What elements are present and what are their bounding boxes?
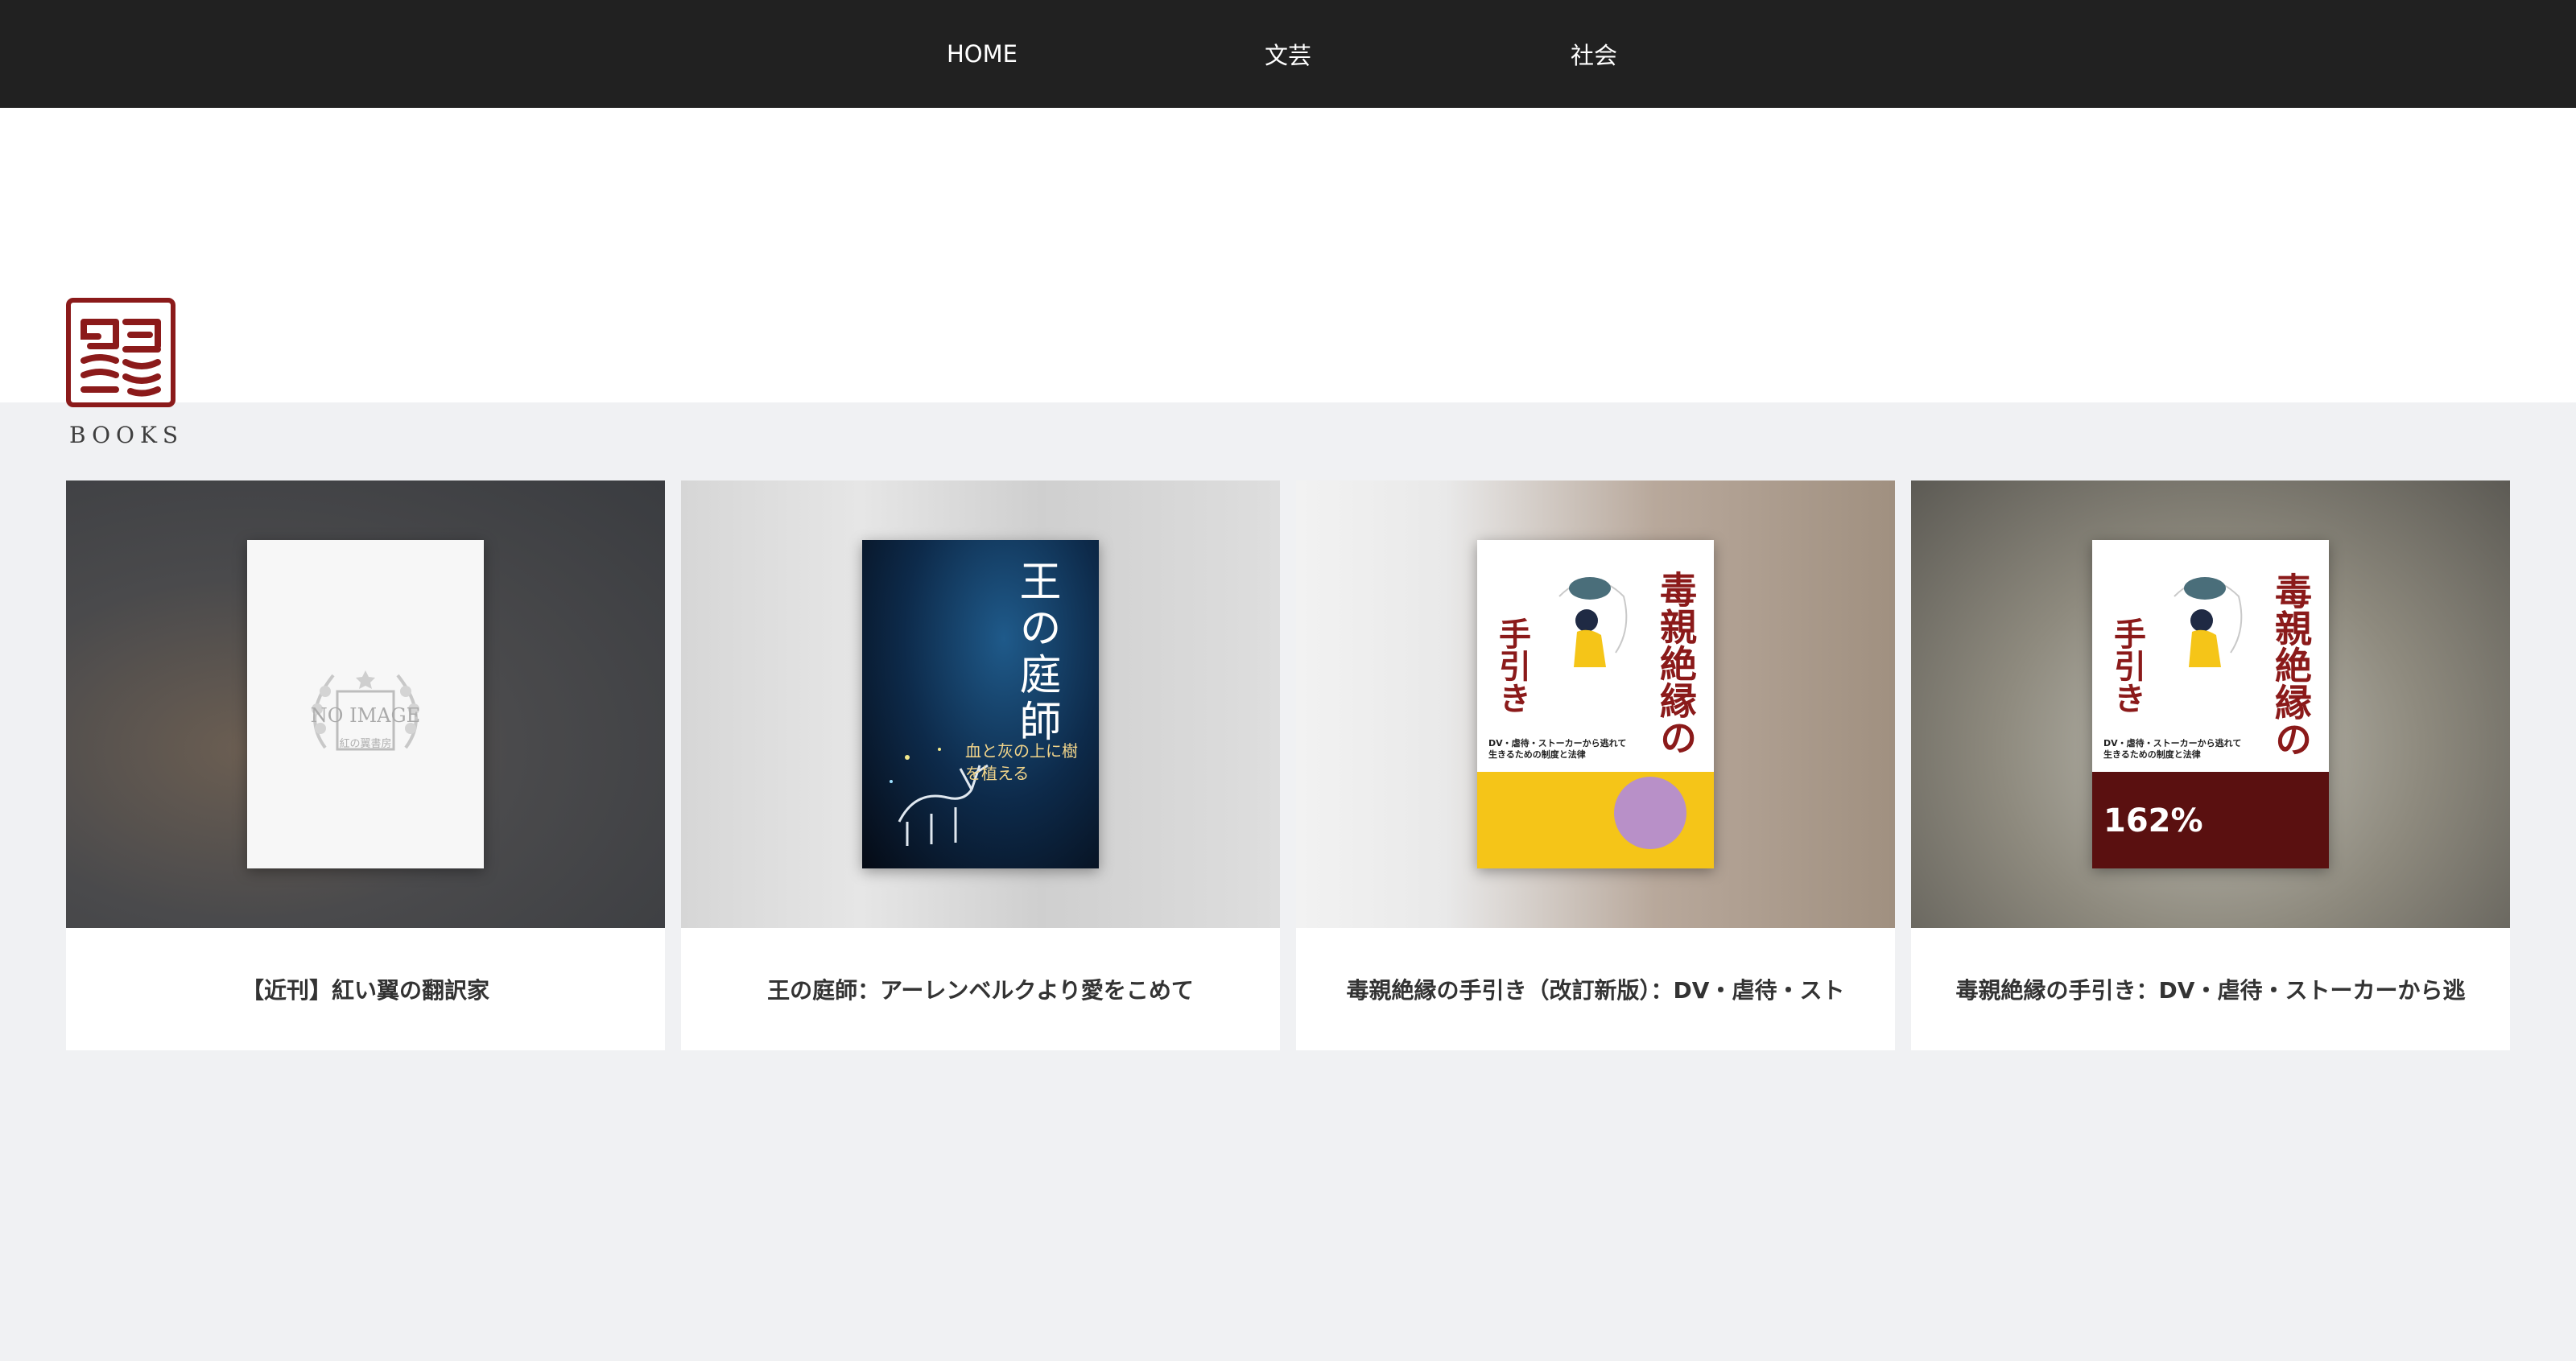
book-thumbnail[interactable]: NO IMAGE 紅の翼書房	[66, 480, 665, 928]
cover-subtitle: DV・虐待・ストーカーから逃れて生きるための制度と法律	[2103, 738, 2242, 761]
no-image-label: NO IMAGE	[310, 703, 421, 727]
book-card[interactable]: 毒親絶縁の 手引き DV・虐待・ストーカーから逃れて生きるための制度と法律 16…	[1911, 480, 2510, 1050]
book-card[interactable]: 王の庭師 血と灰の上に樹を植える 王の庭師：アーレンベルクより愛をこめて	[681, 480, 1280, 1050]
cover-subtitle: 血と灰の上に樹を植える	[965, 741, 1078, 783]
nav-society[interactable]: 社会	[1441, 37, 1747, 71]
book-cover: 王の庭師 血と灰の上に樹を植える	[862, 540, 1099, 868]
book-grid: NO IMAGE 紅の翼書房 【近刊】紅い翼の翻訳家 王の庭師 血と灰の上に樹を…	[66, 480, 2512, 1050]
book-title[interactable]: 王の庭師：アーレンベルクより愛をこめて	[681, 928, 1280, 1050]
cover-title-2: 手引き	[2108, 617, 2145, 714]
nav-home[interactable]: HOME	[829, 40, 1135, 68]
cover-title: 毒親絶縁の	[2269, 572, 2313, 757]
book-title[interactable]: 毒親絶縁の手引き（改訂新版）：DV・虐待・スト	[1296, 928, 1895, 1050]
woman-illustration-icon	[1558, 577, 1628, 667]
book-thumbnail[interactable]: 王の庭師 血と灰の上に樹を植える	[681, 480, 1280, 928]
book-cover: 毒親絶縁の 手引き DV・虐待・ストーカーから逃れて生きるための制度と法律 16…	[2092, 540, 2329, 868]
cover-subtitle: DV・虐待・ストーカーから逃れて生きるための制度と法律	[1488, 738, 1627, 761]
site-header: BOOKS	[0, 108, 2576, 448]
book-title[interactable]: 毒親絶縁の手引き：DV・虐待・ストーカーから逃	[1911, 928, 2510, 1050]
book-title[interactable]: 【近刊】紅い翼の翻訳家	[66, 928, 665, 1050]
cover-banner-badge	[1614, 777, 1686, 849]
no-image-sub: 紅の翼書房	[339, 737, 392, 750]
cover-title: 王の庭師	[1012, 559, 1060, 746]
book-card[interactable]: NO IMAGE 紅の翼書房 【近刊】紅い翼の翻訳家	[66, 480, 665, 1050]
book-thumbnail[interactable]: 毒親絶縁の 手引き DV・虐待・ストーカーから逃れて生きるための制度と法律 16…	[1911, 480, 2510, 928]
nav-literature[interactable]: 文芸	[1135, 37, 1441, 71]
book-thumbnail[interactable]: 毒親絶縁の 手引き DV・虐待・ストーカーから逃れて生きるための制度と法律	[1296, 480, 1895, 928]
site-logo[interactable]: BOOKS	[66, 298, 184, 448]
cover-title-2: 手引き	[1493, 617, 1530, 714]
book-card[interactable]: 毒親絶縁の 手引き DV・虐待・ストーカーから逃れて生きるための制度と法律 毒親…	[1296, 480, 1895, 1050]
book-cover: 毒親絶縁の 手引き DV・虐待・ストーカーから逃れて生きるための制度と法律	[1477, 540, 1714, 868]
cover-title: 毒親絶縁の	[1654, 571, 1698, 756]
book-cover: NO IMAGE 紅の翼書房	[247, 540, 484, 868]
woman-illustration-icon	[2174, 577, 2243, 667]
cover-badge: 162%	[2103, 802, 2203, 839]
logo-seal-icon	[66, 298, 175, 407]
top-navigation: HOME 文芸 社会	[0, 0, 2576, 108]
logo-text: BOOKS	[69, 422, 184, 448]
